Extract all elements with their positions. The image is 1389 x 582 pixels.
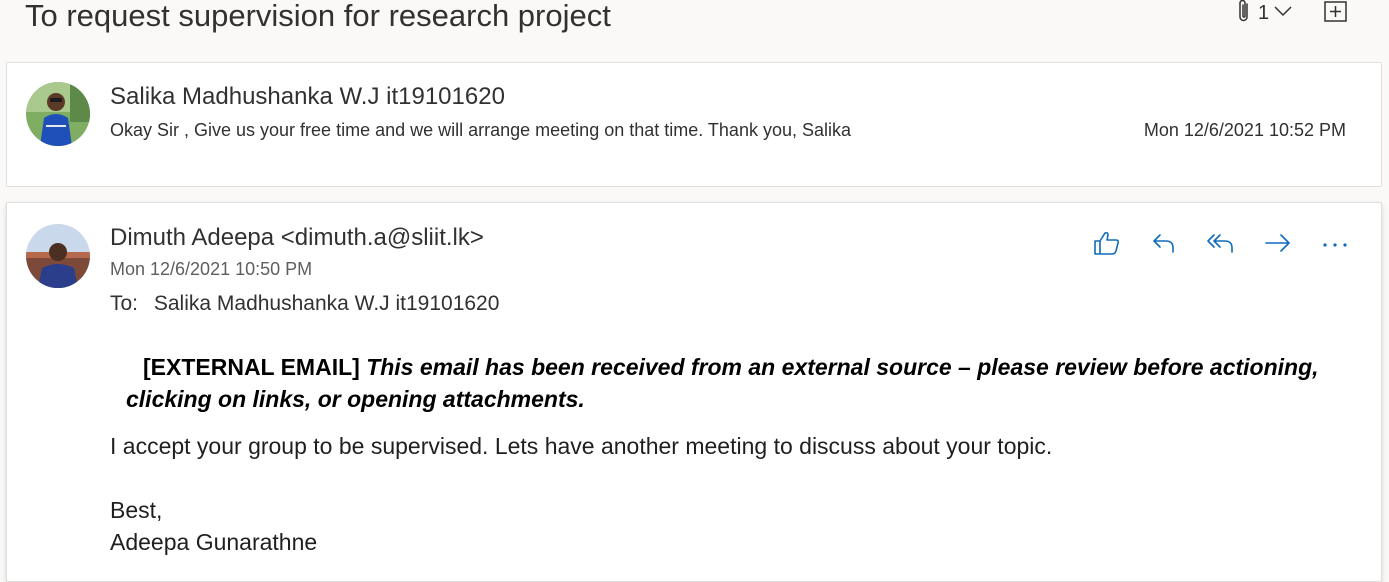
thumbs-up-icon (1093, 230, 1121, 261)
body-text: I accept your group to be supervised. Le… (110, 433, 1053, 459)
message-date: Mon 12/6/2021 10:52 PM (1143, 120, 1346, 140)
reply-all-icon (1206, 231, 1236, 260)
forward-button[interactable] (1258, 229, 1298, 261)
message-actions (1087, 229, 1372, 261)
avatar (26, 82, 90, 146)
subject-bar: To request supervision for research proj… (0, 0, 1389, 52)
reply-icon (1151, 231, 1177, 260)
reply-button[interactable] (1144, 229, 1184, 261)
message-collapsed[interactable]: Salika Madhushanka W.J it19101620 Okay S… (6, 62, 1382, 187)
message-preview: Okay Sir , Give us your free time and we… (110, 120, 852, 140)
more-icon (1321, 236, 1349, 254)
forward-icon (1263, 231, 1293, 260)
message-body: [EXTERNAL EMAIL] This email has been rec… (110, 351, 1350, 558)
message-expanded: Dimuth Adeepa <dimuth.a@sliit.lk> Mon 12… (6, 202, 1382, 582)
recipient-name[interactable]: Salika Madhushanka W.J it19101620 (154, 292, 500, 315)
email-subject: To request supervision for research proj… (25, 0, 611, 33)
attachment-count: 1 (1258, 1, 1270, 24)
expand-all-button[interactable] (1323, 0, 1349, 29)
signature: Adeepa Gunarathne (110, 529, 318, 555)
external-email-warning: [EXTERNAL EMAIL] This email has been rec… (126, 351, 1350, 415)
more-actions-button[interactable] (1315, 229, 1355, 261)
to-label: To: (110, 292, 139, 315)
chevron-down-icon (1273, 4, 1293, 23)
expand-all-icon (1323, 1, 1349, 28)
paperclip-icon (1236, 0, 1252, 29)
attachment-dropdown[interactable]: 1 (1236, 0, 1293, 26)
warning-tag: [EXTERNAL EMAIL] (143, 354, 360, 380)
like-button[interactable] (1087, 229, 1127, 261)
sender-name: Dimuth Adeepa <dimuth.a@sliit.lk> (110, 224, 484, 251)
avatar (26, 224, 90, 288)
signoff: Best, (110, 497, 163, 523)
recipient-line: To: Salika Madhushanka W.J it19101620 (110, 292, 499, 316)
reply-all-button[interactable] (1201, 229, 1241, 261)
message-date: Mon 12/6/2021 10:50 PM (110, 259, 313, 279)
sender-name: Salika Madhushanka W.J it19101620 (110, 83, 505, 110)
